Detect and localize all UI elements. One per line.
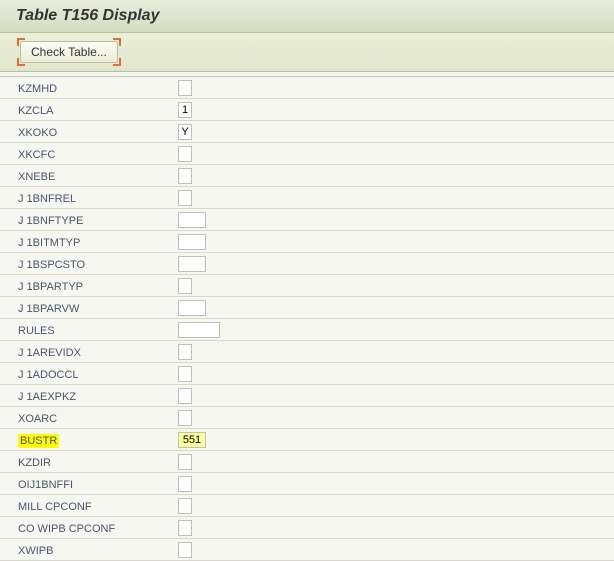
field-row: BUSTR [0, 429, 614, 451]
toolbar: Check Table... [0, 33, 614, 72]
field-label: KZDIR [18, 457, 51, 469]
check-table-button[interactable]: Check Table... [20, 41, 118, 63]
field-label: XKOKO [18, 127, 57, 139]
field-input[interactable] [178, 322, 220, 338]
field-row: J 1BITMTYP [0, 231, 614, 253]
field-row: KZCLA [0, 99, 614, 121]
field-label: J 1BNFREL [18, 193, 76, 205]
field-row: J 1BNFREL [0, 187, 614, 209]
field-input[interactable] [178, 278, 192, 294]
field-input[interactable] [178, 124, 192, 140]
check-table-wrap: Check Table... [20, 41, 118, 63]
field-row: XKCFC [0, 143, 614, 165]
field-input[interactable] [178, 520, 192, 536]
field-input[interactable] [178, 256, 206, 272]
field-label: KZMHD [18, 83, 57, 95]
field-row: J 1BPARTYP [0, 275, 614, 297]
field-label: MILL CPCONF [18, 501, 92, 513]
field-label: XNEBE [18, 171, 55, 183]
field-input[interactable] [178, 476, 192, 492]
field-input[interactable] [178, 300, 206, 316]
field-input[interactable] [178, 168, 192, 184]
field-row: OIJ1BNFFI [0, 473, 614, 495]
field-label: CO WIPB CPCONF [18, 523, 115, 535]
field-input[interactable] [178, 190, 192, 206]
field-label: J 1BITMTYP [18, 237, 80, 249]
field-input[interactable] [178, 102, 192, 118]
field-input[interactable] [178, 498, 192, 514]
field-label: J 1ADOCCL [18, 369, 79, 381]
field-label: RULES [18, 325, 55, 337]
field-label: J 1AEXPKZ [18, 391, 76, 403]
field-row: XOARC [0, 407, 614, 429]
field-label: XWIPB [18, 545, 53, 557]
field-row: J 1ADOCCL [0, 363, 614, 385]
field-row: J 1AEXPKZ [0, 385, 614, 407]
field-row: J 1AREVIDX [0, 341, 614, 363]
field-input[interactable] [178, 234, 206, 250]
field-row: CO WIPB CPCONF [0, 517, 614, 539]
field-label: XKCFC [18, 149, 55, 161]
field-row: KZMHD [0, 77, 614, 99]
field-input[interactable] [178, 454, 192, 470]
field-row: J 1BSPCSTO [0, 253, 614, 275]
field-label: J 1AREVIDX [18, 347, 81, 359]
field-row: XNEBE [0, 165, 614, 187]
field-label: OIJ1BNFFI [18, 479, 73, 491]
page-title: Table T156 Display [0, 0, 614, 33]
field-row: XWIPB [0, 539, 614, 561]
field-input[interactable] [178, 212, 206, 228]
field-input[interactable] [178, 80, 192, 96]
field-input[interactable] [178, 146, 192, 162]
field-row: KZDIR [0, 451, 614, 473]
field-label: J 1BNFTYPE [18, 215, 83, 227]
field-label: KZCLA [18, 105, 53, 117]
field-label: BUSTR [18, 434, 59, 448]
field-row: J 1BPARVW [0, 297, 614, 319]
field-input[interactable] [178, 410, 192, 426]
field-input[interactable] [178, 344, 192, 360]
field-row: J 1BNFTYPE [0, 209, 614, 231]
field-label: XOARC [18, 413, 57, 425]
field-input[interactable] [178, 366, 192, 382]
field-label: J 1BPARVW [18, 303, 79, 315]
field-row: XKOKO [0, 121, 614, 143]
field-label: J 1BPARTYP [18, 281, 83, 293]
field-input[interactable] [178, 542, 192, 558]
field-row: MILL CPCONF [0, 495, 614, 517]
field-list: KZMHD KZCLA XKOKO XKCFC XNEBE J 1BNFREL J 1BNF… [0, 76, 614, 561]
field-row: RULES [0, 319, 614, 341]
field-input[interactable] [178, 432, 206, 448]
field-label: J 1BSPCSTO [18, 259, 85, 271]
field-input[interactable] [178, 388, 192, 404]
